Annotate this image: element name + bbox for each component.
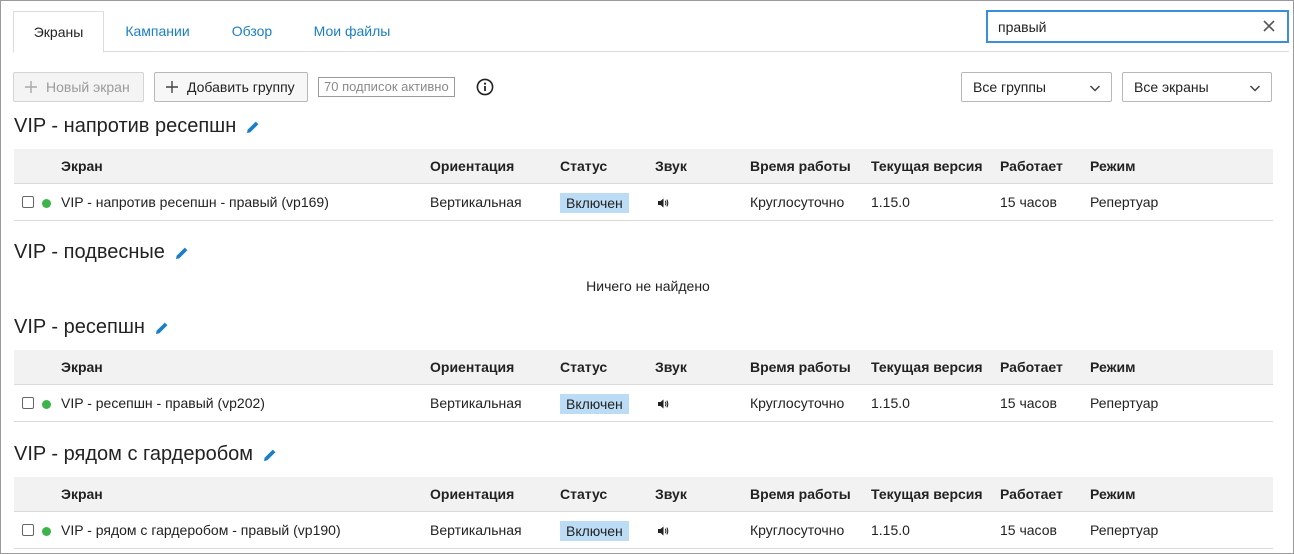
running-time: 15 часов — [1000, 522, 1057, 538]
group-title: VIP - подвесные — [14, 241, 190, 264]
screen-name[interactable]: VIP - напротив ресепшн - правый (vp169) — [61, 184, 329, 221]
orientation: Вертикальная — [430, 522, 522, 538]
status-badge: Включен — [560, 394, 629, 414]
table-row[interactable]: VIP - напротив ресепшн - правый (vp169) … — [14, 184, 1273, 221]
group-name: VIP - напротив ресепшн — [14, 115, 237, 137]
col-version[interactable]: Текущая версия — [871, 149, 983, 183]
chevron-down-icon — [1089, 85, 1101, 92]
groups-filter-select[interactable]: Все группы — [961, 72, 1112, 102]
table-header: Экран Ориентация Статус Звук Время работ… — [14, 149, 1273, 184]
status-badge: Включен — [560, 193, 629, 213]
uptime-mode: Круглосуточно — [750, 522, 845, 538]
pencil-icon[interactable] — [262, 447, 278, 463]
col-uptime[interactable]: Время работы — [750, 149, 851, 183]
add-group-label: Добавить группу — [187, 79, 295, 95]
table-header: Экран Ориентация Статус Звук Время работ… — [14, 477, 1273, 512]
col-orientation[interactable]: Ориентация — [430, 477, 514, 511]
group-title: VIP - рядом с гардеробом — [14, 443, 278, 466]
pencil-icon[interactable] — [154, 320, 170, 336]
add-group-button[interactable]: Добавить группу — [154, 72, 308, 102]
screens-filter-value: Все экраны — [1134, 79, 1209, 95]
tab-campaigns[interactable]: Кампании — [110, 11, 205, 52]
screens-page: Экраны Кампании Обзор Мои файлы Новый эк… — [0, 0, 1294, 554]
plus-icon — [166, 81, 178, 93]
tab-my-files[interactable]: Мои файлы — [299, 11, 405, 52]
col-mode[interactable]: Режим — [1090, 149, 1135, 183]
col-mode[interactable]: Режим — [1090, 350, 1135, 384]
table-row[interactable]: VIP - рядом с гардеробом - правый (vp190… — [14, 512, 1273, 549]
col-sound[interactable]: Звук — [655, 149, 687, 183]
online-status-dot — [42, 199, 51, 208]
speaker-icon[interactable] — [657, 197, 669, 209]
info-icon[interactable] — [476, 78, 494, 96]
chevron-down-icon — [1249, 85, 1261, 92]
col-mode[interactable]: Режим — [1090, 477, 1135, 511]
col-uptime[interactable]: Время работы — [750, 477, 851, 511]
col-running[interactable]: Работает — [1000, 350, 1063, 384]
close-icon[interactable] — [1261, 18, 1277, 34]
row-checkbox[interactable] — [22, 196, 34, 208]
group-title: VIP - напротив ресепшн — [14, 115, 261, 138]
col-orientation[interactable]: Ориентация — [430, 149, 514, 183]
col-version[interactable]: Текущая версия — [871, 477, 983, 511]
col-screen[interactable]: Экран — [61, 350, 103, 384]
col-running[interactable]: Работает — [1000, 477, 1063, 511]
tab-screens[interactable]: Экраны — [13, 11, 104, 53]
new-screen-button[interactable]: Новый экран — [13, 72, 144, 102]
orientation: Вертикальная — [430, 395, 522, 411]
speaker-icon[interactable] — [657, 525, 669, 537]
table-row[interactable]: VIP - ресепшн - правый (vp202) Вертикаль… — [14, 385, 1273, 422]
col-uptime[interactable]: Время работы — [750, 350, 851, 384]
col-version[interactable]: Текущая версия — [871, 350, 983, 384]
pencil-icon[interactable] — [174, 245, 190, 261]
online-status-dot — [42, 527, 51, 536]
running-time: 15 часов — [1000, 194, 1057, 210]
mode: Репертуар — [1090, 522, 1159, 538]
tab-overview[interactable]: Обзор — [215, 11, 289, 52]
col-running[interactable]: Работает — [1000, 149, 1063, 183]
speaker-icon[interactable] — [657, 398, 669, 410]
active-subscriptions-badge: 70 подписок активно — [318, 77, 455, 97]
row-checkbox[interactable] — [22, 524, 34, 536]
version: 1.15.0 — [871, 522, 910, 538]
group-name: VIP - подвесные — [14, 241, 165, 263]
running-time: 15 часов — [1000, 395, 1057, 411]
col-sound[interactable]: Звук — [655, 477, 687, 511]
version: 1.15.0 — [871, 395, 910, 411]
col-status[interactable]: Статус — [560, 149, 607, 183]
screen-name[interactable]: VIP - ресепшн - правый (vp202) — [61, 385, 265, 422]
col-screen[interactable]: Экран — [61, 477, 103, 511]
col-status[interactable]: Статус — [560, 477, 607, 511]
col-status[interactable]: Статус — [560, 350, 607, 384]
new-screen-label: Новый экран — [46, 79, 130, 95]
search-box — [986, 10, 1289, 43]
col-orientation[interactable]: Ориентация — [430, 350, 514, 384]
row-checkbox[interactable] — [22, 397, 34, 409]
uptime-mode: Круглосуточно — [750, 194, 845, 210]
table-header: Экран Ориентация Статус Звук Время работ… — [14, 350, 1273, 385]
pencil-icon[interactable] — [245, 119, 261, 135]
empty-state-text: Ничего не найдено — [586, 278, 710, 294]
groups-filter-value: Все группы — [973, 79, 1046, 95]
orientation: Вертикальная — [430, 194, 522, 210]
plus-icon — [25, 81, 37, 93]
group-name: VIP - рядом с гардеробом — [14, 443, 254, 465]
group-name: VIP - ресепшн — [14, 316, 145, 338]
version: 1.15.0 — [871, 194, 910, 210]
status-badge: Включен — [560, 521, 629, 541]
screens-filter-select[interactable]: Все экраны — [1122, 72, 1272, 102]
mode: Репертуар — [1090, 194, 1159, 210]
online-status-dot — [42, 400, 51, 409]
group-title: VIP - ресепшн — [14, 316, 170, 339]
col-sound[interactable]: Звук — [655, 350, 687, 384]
mode: Репертуар — [1090, 395, 1159, 411]
search-input[interactable] — [998, 12, 1258, 41]
screen-name[interactable]: VIP - рядом с гардеробом - правый (vp190… — [61, 512, 341, 549]
uptime-mode: Круглосуточно — [750, 395, 845, 411]
col-screen[interactable]: Экран — [61, 149, 103, 183]
